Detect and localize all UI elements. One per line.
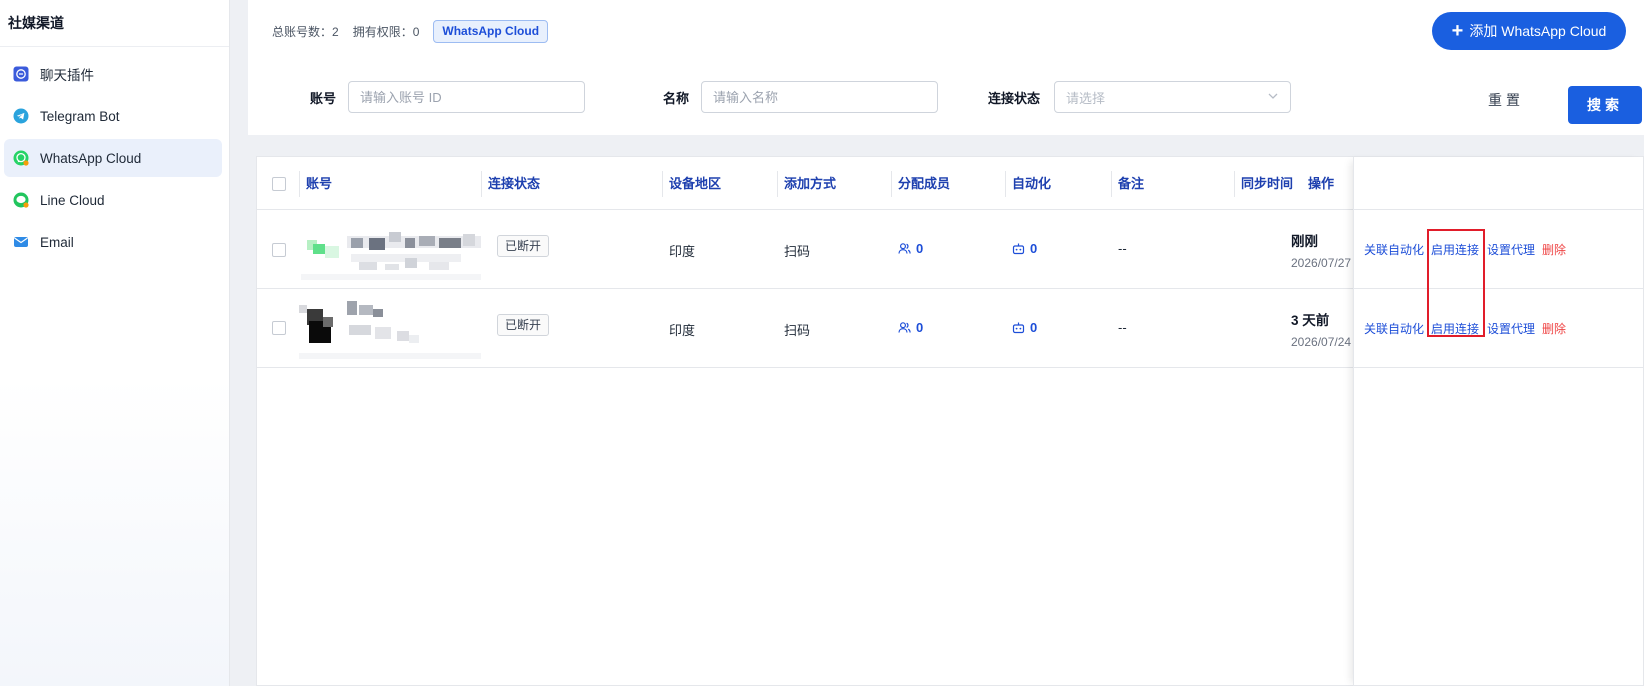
actions-column: 关联自动化 启用连接 设置代理 删除 关联自动化 启用连接 设置代理 删除 (1353, 157, 1644, 686)
column-header-actions: 操作 (1308, 176, 1335, 191)
delete-link[interactable]: 删除 (1542, 241, 1566, 258)
accounts-table: 账号 连接状态 设备地区 添加方式 分配成员 自动化 备注 同步时间 操作 已断… (256, 156, 1644, 686)
permissions-count: 拥有权限：0 (352, 25, 420, 39)
telegram-icon (12, 107, 30, 125)
add-method-cell: 扫码 (784, 244, 811, 259)
total-accounts: 总账号数：2 (272, 25, 339, 39)
members-value: 0 (916, 241, 924, 256)
remark-cell: -- (1118, 320, 1127, 335)
column-header-region[interactable]: 设备地区 (669, 157, 721, 210)
members-value: 0 (916, 320, 924, 335)
chevron-down-icon (1267, 90, 1279, 105)
channel-tag: WhatsApp Cloud (433, 20, 549, 43)
whatsapp-icon (12, 149, 30, 167)
account-avatar-redacted (299, 295, 481, 363)
line-icon (12, 191, 30, 209)
plus-icon: + (1451, 20, 1464, 42)
sidebar-item-label: Email (40, 234, 74, 250)
add-method-cell: 扫码 (784, 323, 811, 338)
sync-relative-time: 刚刚 (1291, 234, 1318, 249)
reset-button[interactable]: 重置 (1488, 90, 1524, 110)
link-automation-link[interactable]: 关联自动化 (1364, 320, 1424, 337)
robot-icon (1012, 243, 1025, 255)
set-proxy-link[interactable]: 设置代理 (1487, 320, 1535, 337)
sidebar-item-line-cloud[interactable]: Line Cloud (4, 181, 222, 219)
robot-icon (1012, 322, 1025, 334)
enable-connection-link[interactable]: 启用连接 (1431, 241, 1479, 258)
enable-connection-link[interactable]: 启用连接 (1431, 320, 1479, 337)
connection-status-select[interactable]: 请选择 (1054, 81, 1291, 113)
sync-date: 2026/07/24 (1291, 335, 1351, 349)
main-content: 总账号数：2 拥有权限：0 WhatsApp Cloud + 添加 WhatsA… (248, 0, 1644, 686)
name-input[interactable] (701, 81, 938, 113)
column-header-sync-time[interactable]: 同步时间 (1241, 157, 1293, 210)
row-checkbox[interactable] (272, 243, 286, 257)
column-divider (1111, 171, 1112, 197)
link-automation-link[interactable]: 关联自动化 (1364, 241, 1424, 258)
column-divider (662, 171, 663, 197)
account-stats: 总账号数：2 拥有权限：0 WhatsApp Cloud (272, 20, 549, 43)
sidebar-item-email[interactable]: Email (4, 223, 222, 261)
members-count[interactable]: 0 (898, 320, 923, 335)
sidebar-item-label: WhatsApp Cloud (40, 150, 142, 166)
region-cell: 印度 (669, 244, 696, 259)
column-header-status[interactable]: 连接状态 (488, 157, 540, 210)
name-filter-label: 名称 (663, 91, 690, 106)
sidebar-item-chat-plugin[interactable]: 聊天插件 (4, 55, 222, 93)
automation-count[interactable]: 0 (1012, 320, 1037, 335)
sync-date: 2026/07/27 (1291, 256, 1351, 270)
sidebar-item-telegram-bot[interactable]: Telegram Bot (4, 97, 222, 135)
column-header-remark[interactable]: 备注 (1118, 157, 1144, 210)
sidebar: 社媒渠道 聊天插件 Telegram Bot WhatsApp Cloud Li… (0, 0, 230, 686)
actions-row: 关联自动化 启用连接 设置代理 删除 (1354, 289, 1644, 368)
connection-status-badge: 已断开 (497, 314, 550, 336)
search-button[interactable]: 搜索 (1568, 86, 1642, 124)
sidebar-item-label: 聊天插件 (40, 68, 94, 83)
connection-status-badge: 已断开 (497, 235, 550, 257)
status-filter-label: 连接状态 (988, 91, 1041, 106)
column-divider (481, 171, 482, 197)
column-divider (299, 171, 300, 197)
sidebar-item-label: Line Cloud (40, 192, 105, 208)
email-icon (12, 233, 30, 251)
account-filter-label: 账号 (310, 91, 337, 106)
row-checkbox[interactable] (272, 321, 286, 335)
select-all-checkbox[interactable] (272, 177, 286, 191)
members-icon (898, 322, 911, 333)
remark-cell: -- (1118, 241, 1127, 256)
sidebar-item-label: Telegram Bot (40, 108, 120, 124)
account-avatar-redacted (299, 218, 527, 284)
filter-panel: 总账号数：2 拥有权限：0 WhatsApp Cloud + 添加 WhatsA… (248, 0, 1644, 135)
automation-value: 0 (1030, 241, 1038, 256)
delete-link[interactable]: 删除 (1542, 320, 1566, 337)
automation-count[interactable]: 0 (1012, 241, 1037, 256)
column-divider (1234, 171, 1235, 197)
column-divider (891, 171, 892, 197)
sidebar-nav: 聊天插件 Telegram Bot WhatsApp Cloud Line Cl… (0, 47, 229, 261)
column-divider (1005, 171, 1006, 197)
add-button-label: 添加 WhatsApp Cloud (1469, 23, 1607, 39)
column-header-add-method[interactable]: 添加方式 (784, 157, 836, 210)
add-whatsapp-cloud-button[interactable]: + 添加 WhatsApp Cloud (1432, 12, 1626, 50)
sidebar-title: 社媒渠道 (0, 0, 229, 47)
column-header-account[interactable]: 账号 (306, 157, 332, 210)
column-divider (777, 171, 778, 197)
members-icon (898, 243, 911, 254)
sidebar-item-whatsapp-cloud[interactable]: WhatsApp Cloud (4, 139, 222, 177)
account-id-input[interactable] (348, 81, 585, 113)
chat-plugin-icon (12, 65, 30, 83)
set-proxy-link[interactable]: 设置代理 (1487, 241, 1535, 258)
region-cell: 印度 (669, 323, 696, 338)
column-header-automation[interactable]: 自动化 (1012, 157, 1051, 210)
status-select-placeholder: 请选择 (1066, 90, 1106, 106)
members-count[interactable]: 0 (898, 241, 923, 256)
sync-relative-time: 3 天前 (1291, 313, 1330, 328)
automation-value: 0 (1030, 320, 1038, 335)
actions-row: 关联自动化 启用连接 设置代理 删除 (1354, 210, 1644, 289)
column-header-members[interactable]: 分配成员 (898, 157, 950, 210)
